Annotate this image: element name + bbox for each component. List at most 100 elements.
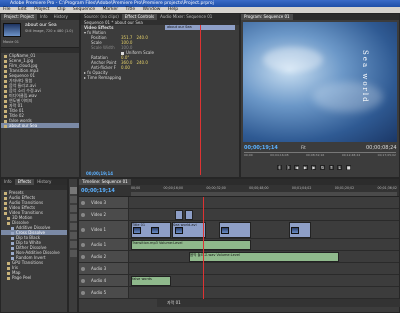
play-icon[interactable]: ▶: [302, 165, 308, 170]
clip-thumbnail: [175, 227, 183, 234]
project-item-list: ClipName_01 Scene_1.jpg Film_cloud.jpg T…: [1, 53, 79, 128]
ruler-tick: 00;17;05;02: [377, 153, 396, 157]
track-video-2: Video 2: [79, 209, 399, 221]
program-ruler[interactable]: 00;00 00;04;16;08 00;08;32;16 00;12;48;2…: [244, 152, 396, 160]
menu-edit[interactable]: Edit: [18, 7, 27, 12]
selection-tool-icon[interactable]: [70, 187, 77, 194]
track-audio-5: Audio 5: [79, 287, 399, 299]
audio-clip[interactable]: 음악 들리고.wav Volume:Level: [189, 252, 339, 262]
anchor-y-value[interactable]: 240.0: [136, 60, 147, 65]
pen-tool-icon[interactable]: [70, 232, 77, 239]
menu-help[interactable]: Help: [168, 7, 178, 12]
ec-timecode[interactable]: 00;00;19;14: [83, 171, 113, 176]
eye-icon[interactable]: [81, 213, 85, 217]
anti-flicker-value[interactable]: 0.00: [121, 65, 130, 70]
program-duration: 00;00;08;24: [366, 145, 397, 151]
menu-window[interactable]: Window: [143, 7, 161, 12]
effect-subfolder[interactable]: Page Peel: [1, 275, 67, 280]
track-header[interactable]: Audio 1: [79, 239, 129, 250]
eye-icon[interactable]: [81, 228, 85, 232]
slip-tool-icon[interactable]: [70, 223, 77, 230]
track-header[interactable]: Audio 5: [79, 287, 129, 298]
ruler-tick: 00;04;16;08: [270, 153, 289, 157]
track-video-3: Video 3: [79, 197, 399, 209]
speaker-icon[interactable]: [81, 291, 85, 295]
track-header[interactable]: Video 1: [79, 221, 129, 238]
tool-list: [70, 187, 77, 257]
bottom-title-label: 자막 01: [167, 300, 181, 305]
speaker-icon[interactable]: [81, 255, 85, 259]
effect-controls-panel: Source: (no clips) Effect Controls Audio…: [80, 13, 240, 178]
tab-info[interactable]: Info: [1, 179, 15, 185]
fit-dropdown[interactable]: Fit: [301, 145, 306, 150]
menu-project[interactable]: Project: [34, 7, 49, 12]
clip-thumbnail: [133, 227, 141, 234]
menu-marker[interactable]: Marker: [103, 7, 119, 12]
folder-icon: [7, 276, 10, 280]
clip-preview-thumbnail: [3, 23, 21, 37]
audio-clip[interactable]: Transition.mp3 Volume:Level: [131, 240, 251, 250]
position-y-value[interactable]: 240.0: [136, 35, 147, 40]
ruler-tick: 00;12;48;24: [341, 153, 361, 157]
zoom-tool-icon[interactable]: [70, 250, 77, 257]
menu-clip[interactable]: Clip: [57, 7, 66, 12]
clip-thumbnail: [151, 227, 159, 234]
track-header[interactable]: Audio 2: [79, 251, 129, 262]
step-forward-icon[interactable]: ▶: [311, 165, 317, 170]
tab-history[interactable]: History: [34, 179, 54, 185]
speaker-icon[interactable]: [81, 243, 85, 247]
timeline-ruler[interactable]: 00;00 00;00;16;00 00;00;32;00 00;00;48;0…: [131, 186, 397, 190]
clip-thumbnail: [291, 227, 299, 234]
track-header[interactable]: Audio 3: [79, 263, 129, 274]
speaker-icon[interactable]: [81, 267, 85, 271]
mark-in-button[interactable]: {: [277, 165, 282, 170]
ruler-tick: 00;01;04;02: [291, 186, 312, 190]
clip-name: about our Sea: [25, 23, 57, 28]
track-header[interactable]: Audio 4: [79, 275, 129, 286]
time-remapping-row[interactable]: ▸ Time Remapping: [81, 75, 239, 80]
program-timecode[interactable]: 00;00;19;14: [244, 145, 278, 151]
work-area-bar[interactable]: [131, 192, 397, 196]
ripple-edit-tool-icon[interactable]: [70, 205, 77, 212]
ruler-tick: 00;00: [244, 153, 253, 157]
eye-icon[interactable]: [81, 201, 85, 205]
menu-title[interactable]: Title: [126, 7, 136, 12]
program-video-frame[interactable]: Sea world: [243, 22, 397, 142]
tab-program[interactable]: Program: Sequence 01: [241, 14, 293, 20]
razor-tool-icon[interactable]: [70, 214, 77, 221]
overlay-title-text: Sea world: [361, 50, 369, 104]
track-header[interactable]: Video 3: [79, 197, 129, 208]
lift-button[interactable]: ↑: [328, 165, 334, 170]
menu-sequence[interactable]: Sequence: [73, 7, 95, 12]
effects-panel: Info Effects History Presets Audio Effec…: [0, 178, 68, 313]
ec-playhead[interactable]: [200, 25, 201, 175]
timeline-panel: Timeline: Sequence 01 00;00;19;14 00;00 …: [78, 178, 400, 313]
menu-file[interactable]: File: [3, 7, 11, 12]
timeline-playhead[interactable]: [203, 197, 204, 299]
track-audio-4: Audio 4 false words: [79, 275, 399, 287]
track-header[interactable]: Video 2: [79, 209, 129, 220]
timeline-timecode[interactable]: 00;00;19;14: [81, 188, 115, 194]
video-clip[interactable]: [175, 210, 183, 220]
cloud-shape: [263, 47, 323, 72]
step-back-icon[interactable]: ◀: [294, 165, 300, 170]
window-title: Adobe Premiere Pro - C:\Program Files\Ad…: [10, 1, 214, 6]
transport-controls: { } ◀ ▶ ▶ ↻ ↑ ↓ ■: [276, 165, 352, 171]
tab-effects[interactable]: Effects: [14, 179, 35, 185]
folder-icon: [7, 221, 10, 225]
project-items-count: Movie 01: [3, 40, 19, 44]
mark-out-button[interactable]: }: [285, 165, 291, 170]
export-frame-icon[interactable]: ■: [345, 165, 351, 170]
project-item-selected[interactable]: about our Sea: [1, 123, 79, 128]
ruler-tick: 00;01;20;02: [334, 186, 355, 190]
track-select-tool-icon[interactable]: [70, 196, 77, 203]
speaker-icon[interactable]: [81, 279, 85, 283]
tab-audio-mixer[interactable]: Audio Mixer: Sequence 01: [157, 14, 215, 20]
ruler-tick: 00;00: [131, 186, 141, 190]
hand-tool-icon[interactable]: [70, 241, 77, 248]
timeline-ruler-row: 00;00;19;14 00;00 00;00;16;00 00;00;32;0…: [79, 185, 399, 197]
extract-button[interactable]: ↓: [337, 165, 343, 170]
video-clip[interactable]: [185, 210, 193, 220]
audio-clip[interactable]: false words: [131, 276, 171, 286]
loop-icon[interactable]: ↻: [319, 165, 325, 170]
